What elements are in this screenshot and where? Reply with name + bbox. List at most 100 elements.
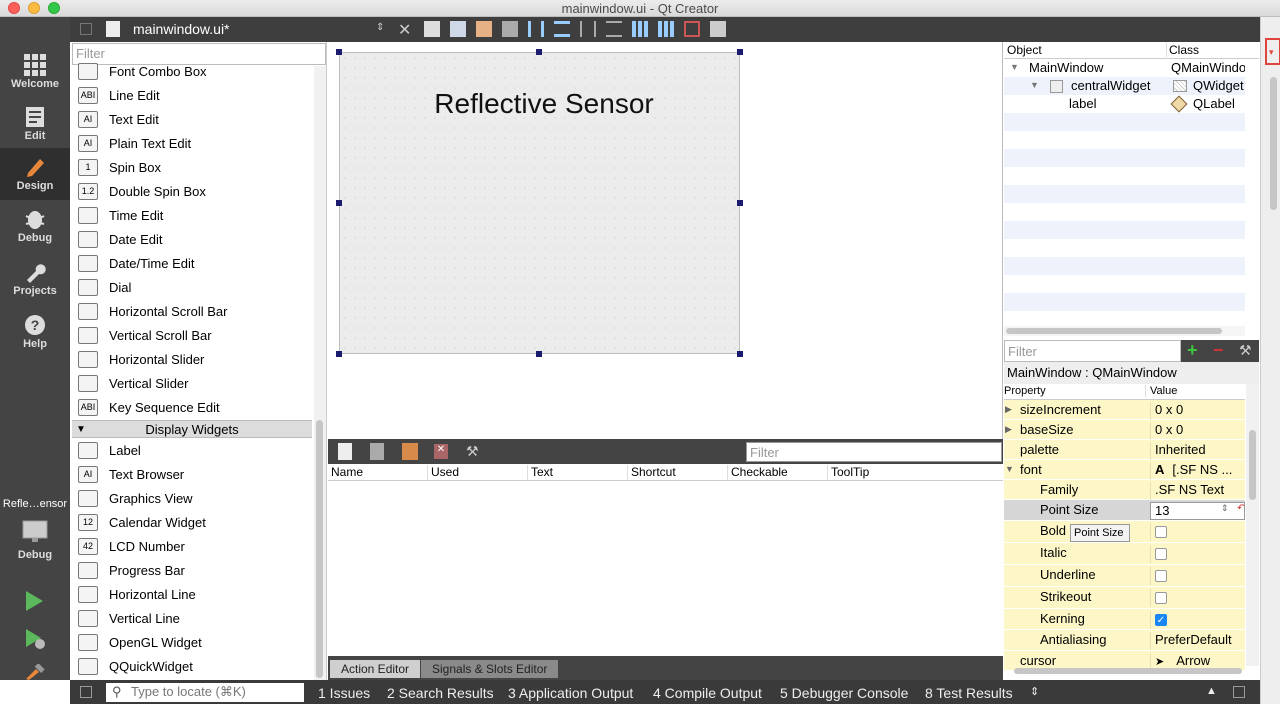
column-header[interactable]: Object (1007, 43, 1167, 57)
widget-item[interactable]: ABI Line Edit (78, 84, 308, 108)
resize-handle[interactable] (536, 49, 542, 55)
edit-widgets-icon[interactable] (424, 21, 440, 37)
column-header[interactable]: Text (528, 465, 628, 480)
new-action-icon[interactable] (338, 443, 352, 460)
mode-edit[interactable]: Edit (0, 100, 70, 152)
property-row[interactable]: ▶ baseSize 0 x 0 (1004, 420, 1245, 440)
toggle-sidebar-icon[interactable] (80, 686, 92, 698)
property-value[interactable]: 13 ⇕ ↶ (1150, 502, 1245, 520)
tab-action-editor[interactable]: Action Editor (330, 660, 421, 678)
widget-item[interactable]: Horizontal Slider (78, 348, 308, 372)
property-value[interactable] (1150, 523, 1245, 541)
close-document-icon[interactable]: ✕ (398, 20, 411, 40)
edit-buddies-icon[interactable] (476, 21, 492, 37)
widget-item[interactable]: Dial (78, 276, 308, 300)
property-row[interactable]: Strikeout (1004, 587, 1245, 609)
splitter-vertical-icon[interactable] (606, 21, 622, 37)
property-row[interactable]: palette Inherited (1004, 440, 1245, 460)
category-display-widgets[interactable]: ▼ Display Widgets (72, 420, 312, 438)
splitter-horizontal-icon[interactable] (580, 21, 596, 37)
expand-arrow-icon[interactable]: ▼ (1005, 464, 1014, 474)
pane-test-results[interactable]: 8 Test Results (925, 685, 1013, 701)
property-value[interactable]: .SF NS Text (1150, 482, 1245, 500)
configure-icon[interactable]: ⚒ (466, 443, 479, 460)
debug-run-button[interactable] (24, 628, 46, 653)
action-table-body[interactable] (328, 481, 1003, 656)
build-button[interactable] (24, 663, 46, 683)
copy-action-icon[interactable] (370, 443, 384, 460)
widget-item[interactable]: 1 Spin Box (78, 156, 308, 180)
property-row[interactable]: ▶ sizeIncrement 0 x 0 (1004, 400, 1245, 420)
pane-compile-output[interactable]: 4 Compile Output (653, 685, 762, 701)
edit-signals-icon[interactable] (450, 21, 466, 37)
point-size-spinbox[interactable]: 13 (1155, 503, 1169, 518)
property-row[interactable]: ▼ font A [.SF NS ... (1004, 460, 1245, 480)
layout-grid-icon[interactable] (658, 21, 674, 37)
expand-arrow-icon[interactable]: ▼ (1010, 62, 1019, 72)
property-value[interactable]: 0 x 0 (1150, 402, 1245, 420)
reset-icon[interactable]: ↶ (1237, 503, 1244, 514)
property-value[interactable]: 0 x 0 (1150, 422, 1245, 440)
resize-handle[interactable] (737, 351, 743, 357)
lock-icon[interactable] (80, 23, 92, 35)
checkbox[interactable]: ✓ (1155, 613, 1167, 626)
layout-form-icon[interactable] (632, 21, 648, 37)
widget-item[interactable]: Horizontal Line (78, 583, 308, 607)
add-property-icon[interactable]: + (1187, 340, 1198, 361)
property-hscroll-thumb[interactable] (1014, 668, 1242, 674)
pane-search-results[interactable]: 2 Search Results (387, 685, 494, 701)
kit-selector[interactable]: Debug (0, 518, 70, 566)
resize-handle[interactable] (536, 351, 542, 357)
property-scroll-thumb[interactable] (1249, 430, 1256, 500)
property-row[interactable]: Underline (1004, 565, 1245, 587)
checkbox[interactable] (1155, 525, 1167, 538)
property-value[interactable]: A [.SF NS ... (1150, 462, 1245, 480)
widget-item[interactable]: Vertical Scroll Bar (78, 324, 308, 348)
widget-item[interactable]: Progress Bar (78, 559, 308, 583)
widget-item[interactable]: Vertical Line (78, 607, 308, 631)
widget-item[interactable]: Date Edit (78, 228, 308, 252)
mode-design[interactable]: Design (0, 148, 70, 200)
column-header[interactable]: ToolTip (828, 465, 928, 480)
column-header[interactable]: Name (328, 465, 428, 480)
mode-welcome[interactable]: Welcome (0, 48, 70, 100)
widget-item[interactable]: Vertical Slider (78, 372, 308, 396)
resize-handle[interactable] (737, 49, 743, 55)
adjust-size-icon[interactable] (710, 21, 726, 37)
property-scrollbar[interactable] (1246, 384, 1259, 666)
property-value[interactable] (1150, 589, 1245, 607)
widget-item[interactable]: Graphics View (78, 487, 308, 511)
scroll-thumb[interactable] (1270, 77, 1277, 210)
expand-arrow-icon[interactable]: ▼ (1030, 80, 1039, 90)
tree-object-name[interactable]: centralWidget (1071, 78, 1150, 93)
checkbox[interactable] (1155, 591, 1167, 604)
widget-item[interactable]: Horizontal Scroll Bar (78, 300, 308, 324)
expand-arrow-icon[interactable]: ▶ (1005, 424, 1012, 435)
column-header[interactable]: Shortcut (628, 465, 728, 480)
action-filter-input[interactable]: Filter (746, 442, 1002, 462)
mode-projects[interactable]: Projects (0, 255, 70, 307)
property-value[interactable] (1150, 545, 1245, 563)
delete-action-icon[interactable]: ✕ (434, 444, 448, 459)
column-header[interactable]: Value (1150, 385, 1177, 397)
property-filter-input[interactable]: Filter (1004, 340, 1181, 362)
layout-vertical-icon[interactable] (554, 21, 570, 37)
widget-item[interactable]: Time Edit (78, 204, 308, 228)
resize-handle[interactable] (336, 200, 342, 206)
maximize-pane-icon[interactable]: ▲ (1206, 685, 1217, 697)
property-row[interactable]: Family .SF NS Text (1004, 480, 1245, 500)
property-value[interactable]: PreferDefault (1150, 632, 1245, 650)
widget-item[interactable]: Label (78, 439, 308, 463)
property-row[interactable]: Antialiasing PreferDefault (1004, 630, 1245, 651)
more-panes-icon[interactable]: ⇕ (1030, 685, 1039, 698)
widget-item[interactable]: AI Text Edit (78, 108, 308, 132)
widgetbox-scroll-thumb[interactable] (316, 420, 323, 678)
property-row[interactable]: Point Size 13 ⇕ ↶ (1004, 500, 1245, 521)
column-header[interactable]: Class (1169, 43, 1199, 57)
layout-horizontal-icon[interactable] (528, 21, 544, 37)
open-file-name[interactable]: mainwindow.ui* (133, 21, 230, 37)
chevron-down-icon[interactable]: ▾ (1269, 47, 1274, 58)
widget-item[interactable]: AI Plain Text Edit (78, 132, 308, 156)
widget-item[interactable]: 12 Calendar Widget (78, 511, 308, 535)
property-value[interactable] (1150, 567, 1245, 585)
